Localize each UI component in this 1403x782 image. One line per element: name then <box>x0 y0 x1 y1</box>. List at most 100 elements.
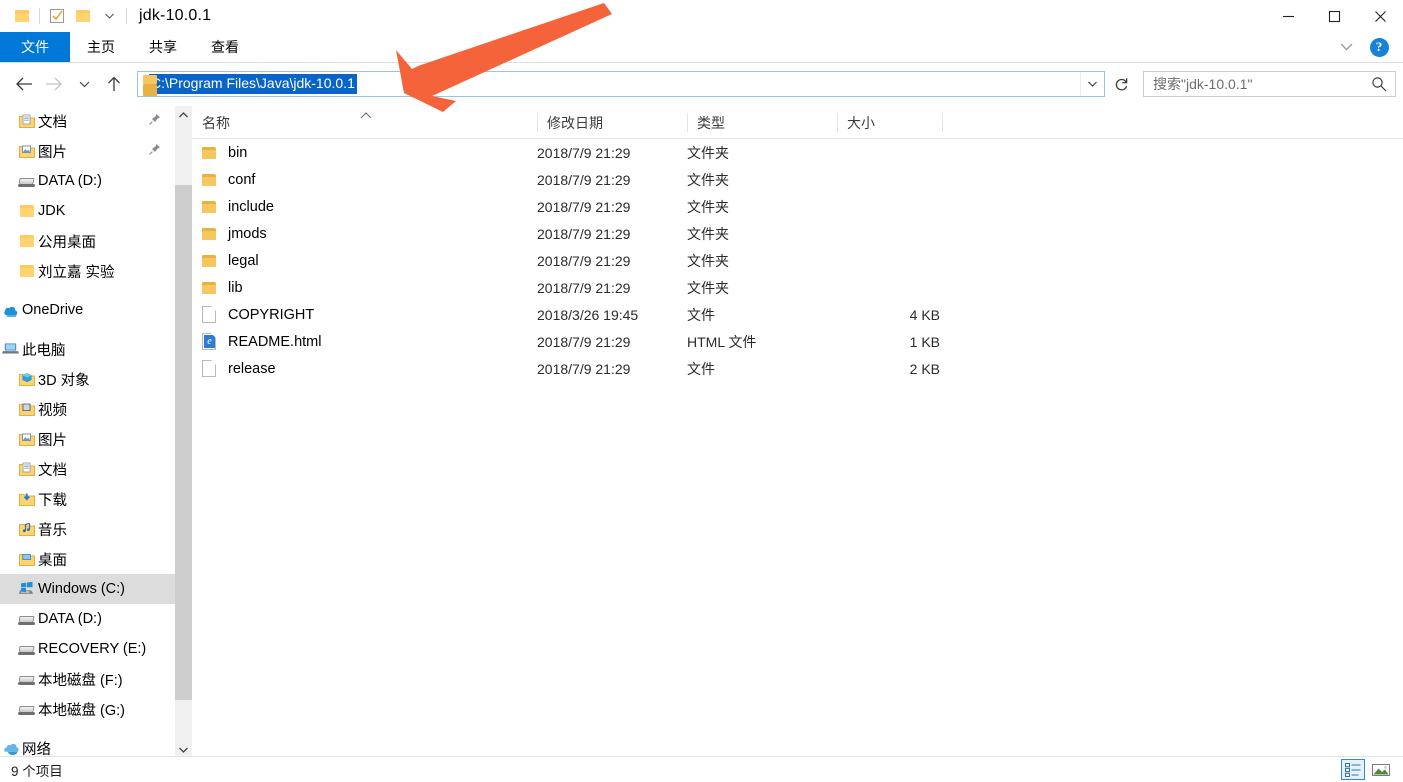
pin-icon[interactable] <box>148 143 161 159</box>
table-row[interactable]: legal 2018/7/9 21:29 文件夹 <box>192 247 1403 274</box>
file-type-cell: 文件 <box>687 360 715 377</box>
address-bar[interactable]: C:\Program Files\Java\jdk-10.0.1 <box>137 71 1105 97</box>
sidebar-item-桌面[interactable]: 桌面 <box>0 544 175 574</box>
file-date-cell: 2018/7/9 21:29 <box>537 360 631 377</box>
file-name-label: lib <box>228 279 243 296</box>
chevron-down-icon[interactable] <box>1329 33 1363 61</box>
downloads-folder-icon <box>18 491 35 507</box>
file-name-cell: jmods <box>202 226 267 242</box>
help-button[interactable]: ? <box>1365 33 1393 61</box>
file-name-cell: bin <box>202 145 247 161</box>
sidebar-item-label: Windows (C:) <box>38 581 126 597</box>
minimize-button[interactable] <box>1265 0 1311 32</box>
sidebar-item-data-d-[interactable]: DATA (D:) <box>0 166 175 196</box>
table-row[interactable]: lib 2018/7/9 21:29 文件夹 <box>192 274 1403 301</box>
tab-view[interactable]: 查看 <box>194 32 256 62</box>
onedrive-cloud-icon <box>2 302 19 318</box>
file-name-cell: e README.html <box>202 333 321 350</box>
tab-file[interactable]: 文件 <box>0 32 70 62</box>
sidebar-item-视频[interactable]: 视频 <box>0 394 175 424</box>
column-header-date[interactable]: 修改日期 <box>537 106 687 139</box>
table-row[interactable]: conf 2018/7/9 21:29 文件夹 <box>192 166 1403 193</box>
folder-icon[interactable] <box>9 3 35 29</box>
up-button[interactable] <box>99 68 129 100</box>
sidebar-item-onedrive[interactable]: OneDrive <box>0 295 175 325</box>
new-folder-icon[interactable] <box>70 3 96 29</box>
3d-objects-icon <box>18 371 35 387</box>
maximize-button[interactable] <box>1311 0 1357 32</box>
sidebar-item-windows-c-[interactable]: Windows (C:) <box>0 574 175 604</box>
sidebar-item-此电脑[interactable]: 此电脑 <box>0 334 175 364</box>
address-dropdown-icon[interactable] <box>1080 72 1104 96</box>
large-icons-view-button[interactable] <box>1369 759 1393 780</box>
file-date-cell: 2018/7/9 21:29 <box>537 225 631 242</box>
file-type-cell: 文件夹 <box>687 252 729 269</box>
sidebar-item-label: DATA (D:) <box>38 611 102 627</box>
sidebar-item-网络[interactable]: 网络 <box>0 733 175 756</box>
file-name-cell: lib <box>202 280 243 296</box>
table-row[interactable]: release 2018/7/9 21:29 文件 2 KB <box>192 355 1403 382</box>
forward-button[interactable] <box>39 68 69 100</box>
table-row[interactable]: include 2018/7/9 21:29 文件夹 <box>192 193 1403 220</box>
sidebar-item-本地磁盘-f-[interactable]: 本地磁盘 (F:) <box>0 664 175 694</box>
network-icon <box>2 740 19 756</box>
music-folder-icon <box>18 521 35 537</box>
sidebar-item-本地磁盘-g-[interactable]: 本地磁盘 (G:) <box>0 694 175 724</box>
file-date-cell: 2018/7/9 21:29 <box>537 144 631 161</box>
recent-locations-button[interactable] <box>69 68 99 100</box>
sidebar-item-文档[interactable]: 文档 <box>0 106 175 136</box>
search-icon[interactable] <box>1371 76 1387 97</box>
sidebar-item-recovery-e-[interactable]: RECOVERY (E:) <box>0 634 175 664</box>
search-input[interactable]: 搜索"jdk-10.0.1" <box>1144 74 1252 94</box>
file-type-cell: 文件夹 <box>687 225 729 242</box>
folder-icon <box>202 227 218 240</box>
videos-folder-icon <box>18 401 35 417</box>
item-count-label: 9 个项目 <box>11 763 63 779</box>
sidebar-item-data-d-[interactable]: DATA (D:) <box>0 604 175 634</box>
sidebar-item-label: 网络 <box>22 741 51 757</box>
sidebar-item-jdk[interactable]: JDK <box>0 196 175 226</box>
file-date-cell: 2018/7/9 21:29 <box>537 171 631 188</box>
file-type-cell: HTML 文件 <box>687 333 757 350</box>
chevron-down-icon[interactable] <box>96 3 122 29</box>
folder-icon <box>202 281 218 294</box>
sidebar-item-公用桌面[interactable]: 公用桌面 <box>0 226 175 256</box>
sidebar-item-图片[interactable]: 图片 <box>0 424 175 454</box>
tab-home[interactable]: 主页 <box>70 32 132 62</box>
address-input[interactable]: C:\Program Files\Java\jdk-10.0.1 <box>149 74 357 94</box>
sidebar-item-刘立嘉-实验[interactable]: 刘立嘉 实验 <box>0 256 175 286</box>
file-type-cell: 文件 <box>687 306 715 323</box>
sidebar-item-3d-对象[interactable]: 3D 对象 <box>0 364 175 394</box>
scrollbar-thumb[interactable] <box>175 185 192 700</box>
sidebar-item-文档[interactable]: 文档 <box>0 454 175 484</box>
pin-icon[interactable] <box>148 113 161 129</box>
tab-share[interactable]: 共享 <box>132 32 194 62</box>
navigation-pane[interactable]: 文档 图片 DATA (D:) JDK 公用桌面 刘立嘉 实验 OneDrive 此电脑 3D … <box>0 106 175 756</box>
search-box[interactable]: 搜索"jdk-10.0.1" <box>1143 71 1396 97</box>
folder-icon <box>202 173 218 186</box>
refresh-button[interactable] <box>1107 71 1135 97</box>
sidebar-item-下载[interactable]: 下载 <box>0 484 175 514</box>
details-view-button[interactable] <box>1341 759 1365 780</box>
column-header-size[interactable]: 大小 <box>837 106 942 139</box>
sidebar-item-label: 下载 <box>38 492 67 509</box>
back-button[interactable] <box>9 68 39 100</box>
close-button[interactable] <box>1357 0 1403 32</box>
sidebar-item-音乐[interactable]: 音乐 <box>0 514 175 544</box>
sidebar-item-label: 公用桌面 <box>38 234 96 251</box>
table-row[interactable]: bin 2018/7/9 21:29 文件夹 <box>192 139 1403 166</box>
table-row[interactable]: COPYRIGHT 2018/3/26 19:45 文件 4 KB <box>192 301 1403 328</box>
folder-icon <box>18 263 35 279</box>
properties-checkbox-icon[interactable] <box>44 3 70 29</box>
title-bar: jdk-10.0.1 <box>0 0 1403 32</box>
table-row[interactable]: e README.html 2018/7/9 21:29 HTML 文件 1 KB <box>192 328 1403 355</box>
file-type-cell: 文件夹 <box>687 279 729 296</box>
sidebar-scrollbar[interactable] <box>175 106 192 758</box>
table-row[interactable]: jmods 2018/7/9 21:29 文件夹 <box>192 220 1403 247</box>
sidebar-item-图片[interactable]: 图片 <box>0 136 175 166</box>
column-header-type[interactable]: 类型 <box>687 106 837 139</box>
drive-icon <box>18 671 35 687</box>
sidebar-item-label: 音乐 <box>38 522 67 539</box>
column-divider[interactable] <box>942 113 943 132</box>
scroll-up-icon[interactable] <box>175 106 192 123</box>
